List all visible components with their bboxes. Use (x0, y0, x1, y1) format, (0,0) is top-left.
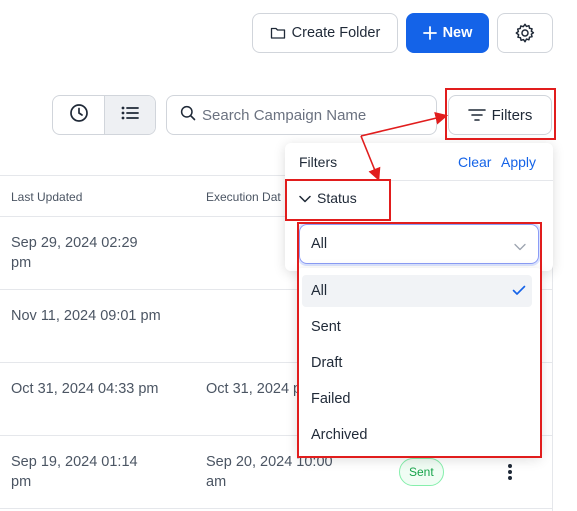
search-box (166, 95, 437, 135)
search-icon (180, 105, 196, 126)
status-badge: Sent (399, 458, 444, 486)
last-updated-cell: Sep 19, 2024 01:14 pm (11, 454, 138, 490)
clear-filters-link[interactable]: Clear (458, 154, 491, 170)
execution-date-cell: Sep 20, 2024 10:00 am (206, 454, 333, 490)
view-toggle (52, 95, 156, 135)
last-updated-cell: Sep 29, 2024 02:29 pm (11, 235, 138, 271)
new-button[interactable]: New (406, 13, 489, 53)
row-actions-button[interactable] (500, 462, 520, 482)
last-updated-cell: Oct 31, 2024 04:33 pm (11, 381, 159, 397)
kebab-icon (508, 464, 512, 480)
last-updated-cell: Nov 11, 2024 09:01 pm (11, 308, 161, 324)
column-last-updated[interactable]: Last Updated (11, 190, 82, 204)
plus-icon (422, 26, 437, 40)
annotation-box-dropdown (297, 222, 542, 458)
filter-panel-title: Filters (299, 154, 338, 170)
gear-icon (514, 22, 536, 44)
settings-button[interactable] (497, 13, 553, 53)
clock-icon (69, 103, 89, 128)
create-folder-button[interactable]: Create Folder (252, 13, 398, 53)
search-input[interactable] (202, 106, 422, 124)
column-execution-date[interactable]: Execution Dat (206, 190, 281, 204)
new-label: New (442, 25, 473, 41)
list-icon (121, 105, 139, 126)
annotation-box-filters (445, 88, 556, 140)
annotation-box-status (285, 179, 391, 221)
apply-filters-link[interactable]: Apply (501, 154, 536, 170)
create-folder-label: Create Folder (291, 25, 381, 41)
history-view-button[interactable] (53, 96, 104, 134)
folder-icon (270, 25, 286, 41)
list-view-button[interactable] (104, 96, 155, 134)
